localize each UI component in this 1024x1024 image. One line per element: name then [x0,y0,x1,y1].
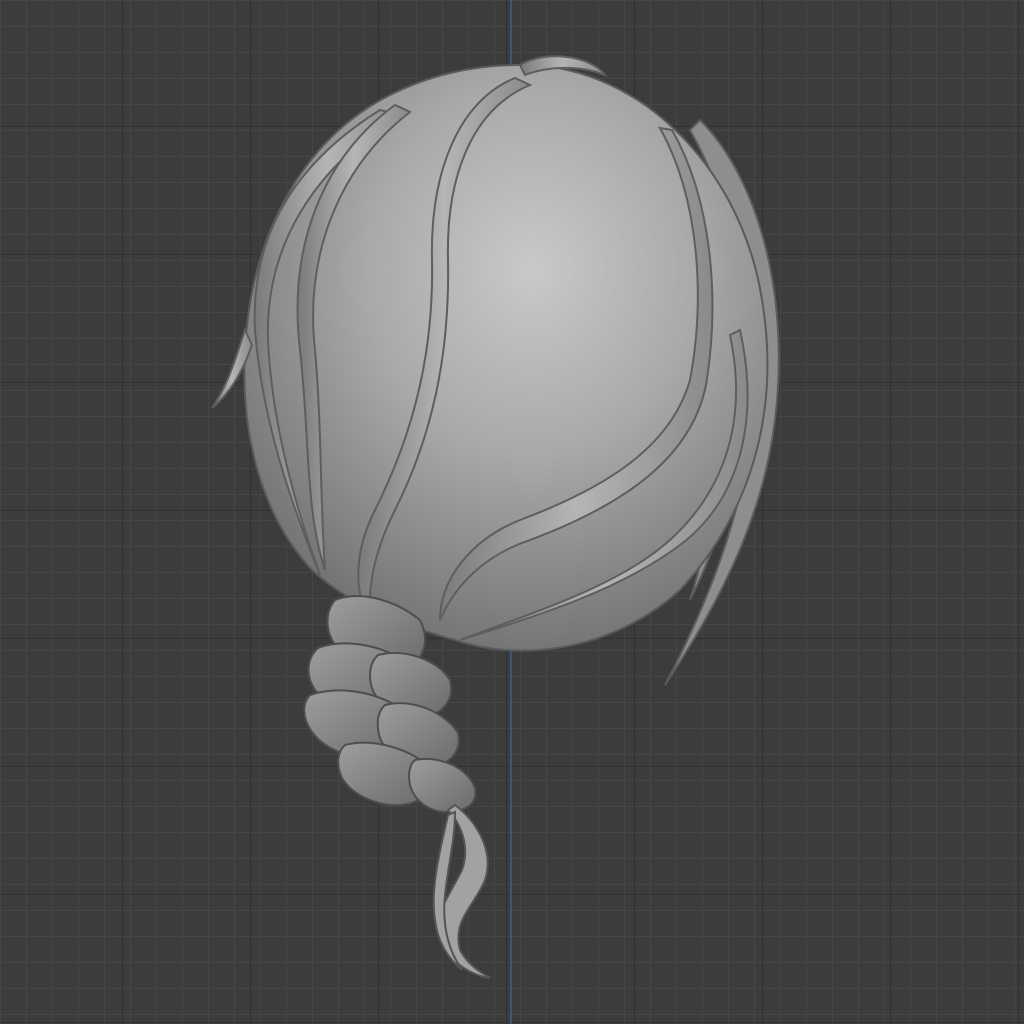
3d-viewport[interactable] [0,0,1024,1024]
braid-tail [432,803,491,979]
hair-mesh[interactable] [0,0,1024,1024]
